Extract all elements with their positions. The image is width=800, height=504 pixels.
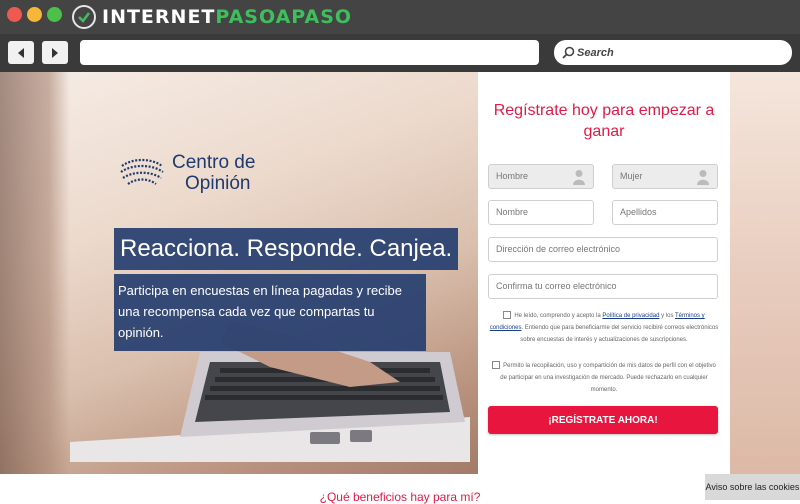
gender-option-hombre[interactable]: Hombre bbox=[488, 164, 594, 189]
email-placeholder: Dirección de correo electrónico bbox=[496, 244, 621, 254]
browser-chrome: INTERNET PASOAPASO Search bbox=[0, 0, 800, 72]
search-icon bbox=[562, 46, 575, 59]
search-label: Search bbox=[577, 46, 614, 59]
gender-option-mujer[interactable]: Mujer bbox=[612, 164, 718, 189]
consent-terms-text-c: . Entiendo que para beneficiarme del ser… bbox=[520, 325, 719, 343]
consent-data-text: Permito la recopilación, uso y compartic… bbox=[500, 363, 716, 393]
brand-logo-icon bbox=[72, 5, 96, 29]
logo-line-1: Centro de bbox=[172, 152, 256, 173]
hero-right-strip bbox=[730, 72, 800, 474]
address-bar[interactable] bbox=[80, 40, 539, 65]
data-consent-checkbox[interactable] bbox=[492, 361, 501, 370]
back-button[interactable] bbox=[8, 41, 34, 64]
apellidos-input[interactable]: Apellidos bbox=[612, 200, 718, 225]
apellidos-placeholder: Apellidos bbox=[620, 207, 657, 217]
nombre-placeholder: Nombre bbox=[496, 207, 529, 217]
hero-image: Centro de Opinión Reacciona. Responde. C… bbox=[0, 72, 478, 474]
brand-name-part2: PASOAPASO bbox=[215, 6, 353, 28]
web-page: Centro de Opinión Reacciona. Responde. C… bbox=[0, 72, 800, 504]
globe-logo-icon bbox=[120, 158, 164, 185]
email-confirm-placeholder: Confirma tu correo electrónico bbox=[496, 281, 617, 291]
minimize-window-button[interactable] bbox=[27, 7, 42, 22]
email-input[interactable]: Dirección de correo electrónico bbox=[488, 237, 718, 262]
nombre-input[interactable]: Nombre bbox=[488, 200, 594, 225]
centro-de-opinion-logo: Centro de Opinión bbox=[118, 152, 255, 194]
site-brand: INTERNET PASOAPASO bbox=[72, 4, 352, 30]
hero-subtext: Participa en encuestas en línea pagadas … bbox=[114, 274, 426, 351]
arrow-right-icon bbox=[52, 47, 58, 58]
terms-checkbox[interactable] bbox=[503, 311, 512, 320]
hero-headline: Reacciona. Responde. Canjea. bbox=[114, 228, 459, 270]
logo-line-2: Opinión bbox=[185, 173, 251, 194]
consent-terms-text-a: He leído, comprendo y acepto la bbox=[514, 313, 603, 319]
signup-form: Regístrate hoy para empezar a ganar Homb… bbox=[478, 72, 730, 474]
register-button[interactable]: ¡REGÍSTRATE AHORA! bbox=[488, 406, 718, 434]
cookie-notice-button[interactable]: Aviso sobre las cookies bbox=[705, 474, 800, 500]
brand-name-part1: INTERNET bbox=[102, 6, 216, 28]
arrow-left-icon bbox=[18, 47, 24, 58]
consent-terms-text-b: y los bbox=[659, 313, 675, 319]
person-icon bbox=[573, 170, 585, 185]
privacy-policy-link[interactable]: Política de privacidad bbox=[602, 313, 659, 319]
browser-toolbar: Search bbox=[0, 34, 800, 72]
consent-terms: He leído, comprendo y acepto la Política… bbox=[488, 310, 720, 346]
mujer-label: Mujer bbox=[620, 171, 643, 181]
forward-button[interactable] bbox=[42, 41, 68, 64]
browser-search-input[interactable]: Search bbox=[554, 40, 792, 65]
email-confirm-input[interactable]: Confirma tu correo electrónico bbox=[488, 274, 718, 299]
hombre-label: Hombre bbox=[496, 171, 529, 181]
maximize-window-button[interactable] bbox=[47, 7, 62, 22]
close-window-button[interactable] bbox=[7, 7, 22, 22]
benefits-heading: ¿Qué beneficios hay para mí? bbox=[319, 490, 481, 504]
hero-shadow bbox=[0, 72, 70, 474]
person-icon bbox=[697, 170, 709, 185]
form-title: Regístrate hoy para empezar a ganar bbox=[493, 102, 715, 140]
title-bar: INTERNET PASOAPASO bbox=[0, 0, 800, 34]
consent-data: Permito la recopilación, uso y compartic… bbox=[488, 360, 720, 396]
